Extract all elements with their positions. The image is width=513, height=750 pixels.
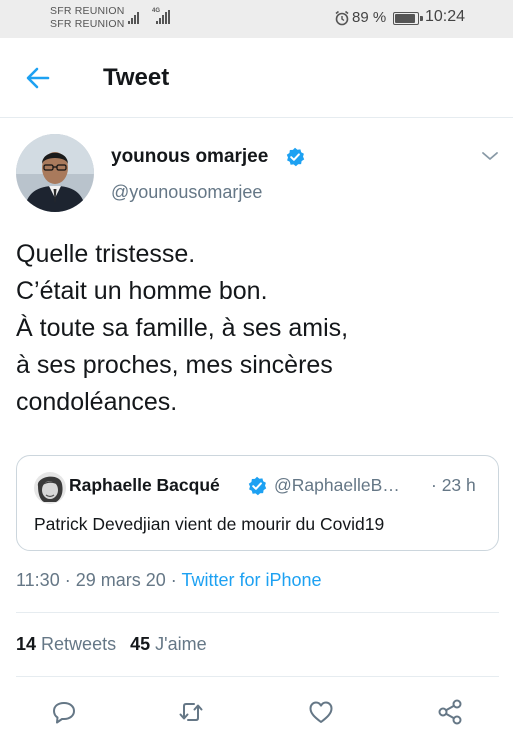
carrier-2: SFR REUNION [50,18,125,30]
retweets-label: Retweets [41,634,117,654]
quoted-author-avatar [34,472,66,504]
like-icon[interactable] [307,698,335,726]
carrier-names: SFR REUNION SFR REUNION [50,5,125,31]
divider [16,676,499,677]
reply-icon[interactable] [50,698,78,726]
retweets-count: 14 [16,634,37,654]
meta-separator: · [59,570,76,590]
author-avatar[interactable] [16,134,94,212]
status-time: 10:24 [425,8,466,25]
tweet-date: 29 mars 20 [75,570,166,590]
verified-badge-icon [248,476,267,496]
tweet-source-link[interactable]: Twitter for iPhone [181,570,321,590]
quoted-author-handle: @RaphaelleB… [274,475,400,495]
share-icon[interactable] [436,698,464,726]
tweet-meta: 11:30 · 29 mars 20 · Twitter for iPhone [16,570,322,591]
retweets-stat[interactable]: 14 Retweets [16,634,116,654]
chevron-down-icon[interactable] [480,146,500,166]
quoted-tweet-time: · 23 h [431,475,476,495]
quoted-tweet-text: Patrick Devedjian vient de mourir du Cov… [34,514,385,534]
quoted-tweet[interactable]: Raphaelle Bacqué @RaphaelleB… · 23 h Pat… [16,455,499,551]
author-name[interactable]: younous omarjee [111,146,268,168]
divider [16,612,499,613]
battery-level [395,14,415,23]
battery-percent: 89 % [352,9,387,26]
signal-icon [156,10,172,24]
signal-icon [128,10,142,24]
quoted-author-name: Raphaelle Bacqué [69,475,220,495]
retweet-icon[interactable] [177,698,205,726]
meta-separator: · [165,570,182,590]
status-bar: SFR REUNION SFR REUNION 4G 89 % 10:24 [0,0,513,38]
alarm-icon [335,10,349,26]
back-arrow-icon[interactable] [22,62,54,94]
top-bar: Tweet [0,38,513,118]
author-handle[interactable]: @younousomarjee [111,182,262,203]
page-title: Tweet [103,64,170,91]
likes-label: J'aime [155,634,207,654]
likes-count: 45 [130,634,151,654]
carrier-1: SFR REUNION [50,5,125,17]
verified-badge-icon [286,147,305,167]
battery-icon [393,12,423,25]
tweet-time: 11:30 [16,570,60,590]
likes-stat[interactable]: 45 J'aime [130,634,207,654]
tweet-stats: 14 Retweets 45 J'aime [16,634,207,655]
tweet-text: Quelle tristesse. C’était un homme bon. … [16,240,349,416]
